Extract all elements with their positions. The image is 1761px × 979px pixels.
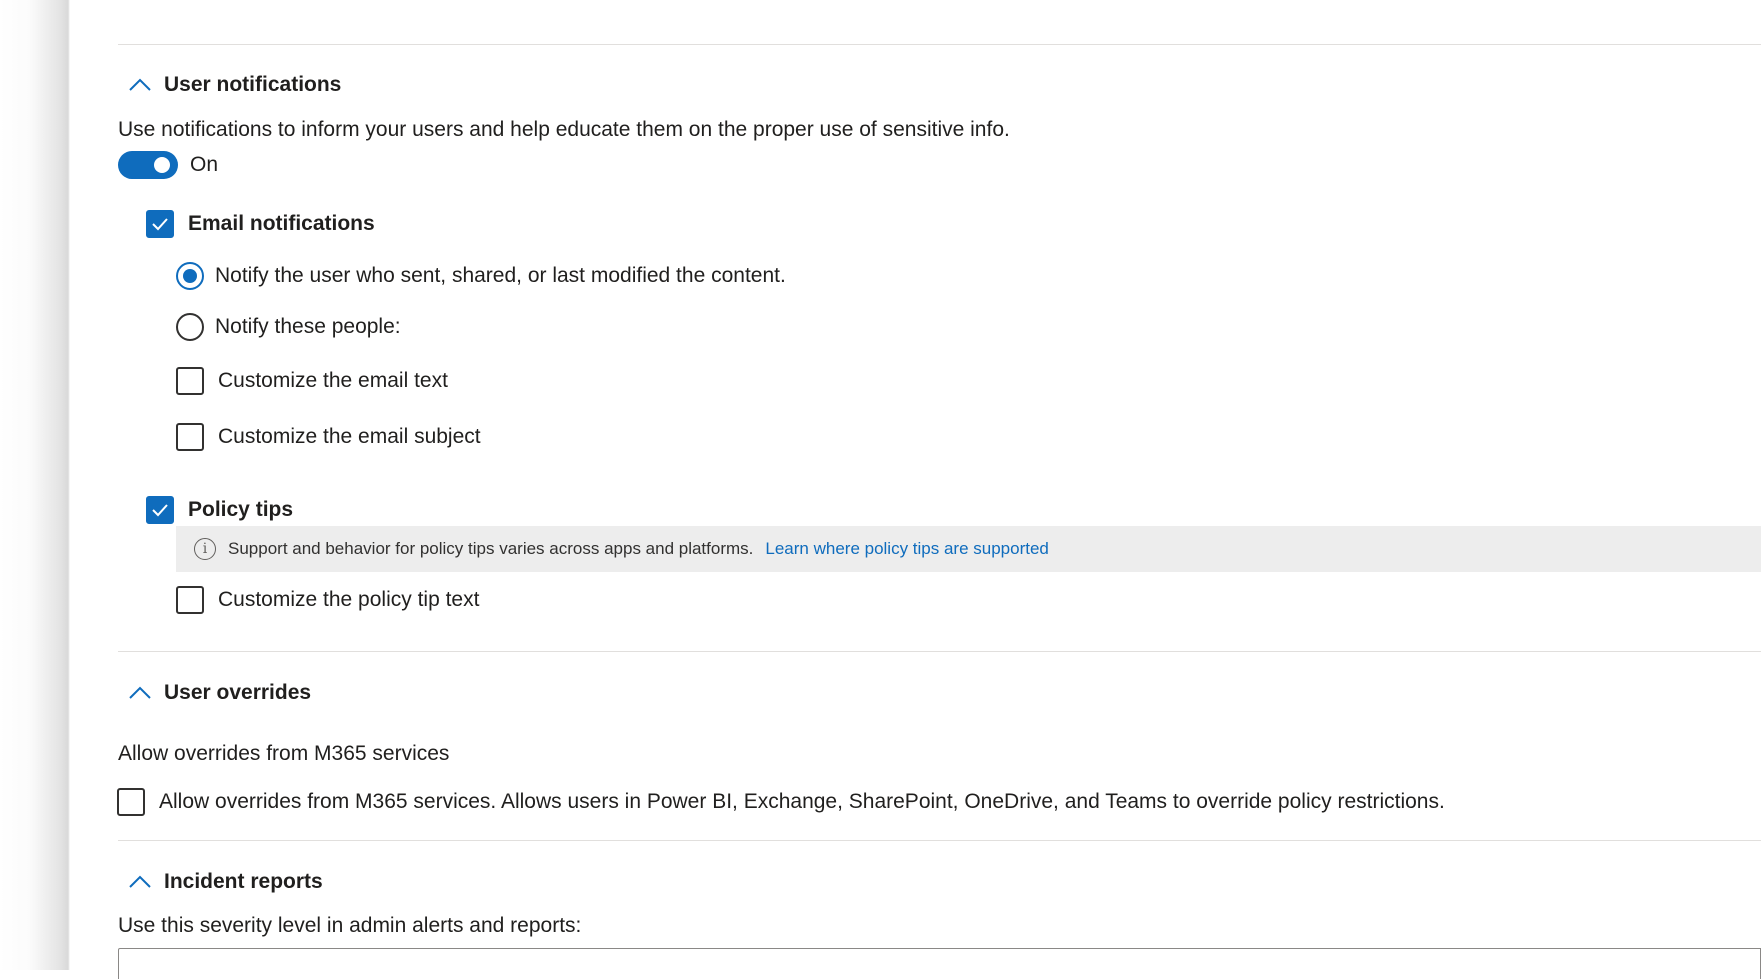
section-title: User notifications bbox=[164, 73, 342, 96]
policy-tips-row: Policy tips bbox=[146, 496, 293, 524]
email-notifications-label: Email notifications bbox=[188, 212, 375, 235]
divider-top bbox=[118, 44, 1761, 45]
notify-people-radio[interactable] bbox=[176, 313, 204, 341]
info-icon: i bbox=[194, 538, 216, 560]
user-notifications-description: Use notifications to inform your users a… bbox=[118, 118, 1010, 141]
notify-sender-label: Notify the user who sent, shared, or las… bbox=[215, 264, 786, 287]
divider-incident-reports bbox=[118, 840, 1761, 841]
email-notifications-checkbox[interactable] bbox=[146, 210, 174, 238]
customize-email-subject-row: Customize the email subject bbox=[176, 423, 481, 451]
section-header-user-notifications[interactable]: User notifications bbox=[128, 73, 341, 97]
notifications-toggle-row: On bbox=[118, 151, 218, 179]
toggle-knob bbox=[154, 157, 170, 173]
customize-policy-tip-label: Customize the policy tip text bbox=[218, 588, 480, 611]
allow-overrides-checkbox[interactable] bbox=[117, 788, 145, 816]
customize-email-text-row: Customize the email text bbox=[176, 367, 448, 395]
notify-people-label: Notify these people: bbox=[215, 315, 401, 338]
policy-tips-checkbox[interactable] bbox=[146, 496, 174, 524]
chevron-up-icon bbox=[128, 76, 152, 94]
notifications-toggle[interactable] bbox=[118, 151, 178, 179]
info-text: Support and behavior for policy tips var… bbox=[228, 539, 754, 558]
chevron-up-icon bbox=[128, 684, 152, 702]
learn-policy-tips-link[interactable]: Learn where policy tips are supported bbox=[765, 539, 1049, 559]
divider-user-overrides bbox=[118, 651, 1761, 652]
customize-email-text-label: Customize the email text bbox=[218, 369, 448, 392]
checkmark-icon bbox=[152, 504, 168, 517]
customize-email-text-checkbox[interactable] bbox=[176, 367, 204, 395]
section-header-incident-reports[interactable]: Incident reports bbox=[128, 870, 323, 894]
section-title: Incident reports bbox=[164, 870, 323, 893]
customize-policy-tip-checkbox[interactable] bbox=[176, 586, 204, 614]
allow-overrides-label: Allow overrides from M365 services. Allo… bbox=[159, 790, 1445, 813]
notify-sender-radio[interactable] bbox=[176, 262, 204, 290]
toggle-label: On bbox=[190, 153, 219, 176]
customize-email-subject-checkbox[interactable] bbox=[176, 423, 204, 451]
customize-email-subject-label: Customize the email subject bbox=[218, 425, 481, 448]
email-notifications-row: Email notifications bbox=[146, 210, 375, 238]
checkmark-icon bbox=[152, 218, 168, 231]
section-header-user-overrides[interactable]: User overrides bbox=[128, 681, 311, 705]
radio-row-notify-sender: Notify the user who sent, shared, or las… bbox=[176, 262, 786, 290]
overrides-subheading: Allow overrides from M365 services bbox=[118, 742, 450, 765]
severity-dropdown[interactable] bbox=[118, 948, 1761, 979]
policy-tips-info-bar: i Support and behavior for policy tips v… bbox=[176, 526, 1761, 572]
severity-label: Use this severity level in admin alerts … bbox=[118, 914, 582, 937]
customize-policy-tip-row: Customize the policy tip text bbox=[176, 586, 479, 614]
left-nav-shadow bbox=[0, 0, 70, 970]
chevron-up-icon bbox=[128, 873, 152, 891]
policy-tips-label: Policy tips bbox=[188, 498, 294, 521]
allow-overrides-row: Allow overrides from M365 services. Allo… bbox=[117, 788, 1445, 816]
radio-row-notify-people: Notify these people: bbox=[176, 313, 401, 341]
settings-panel bbox=[70, 0, 1761, 970]
section-title: User overrides bbox=[164, 681, 312, 704]
radio-dot bbox=[183, 269, 197, 283]
